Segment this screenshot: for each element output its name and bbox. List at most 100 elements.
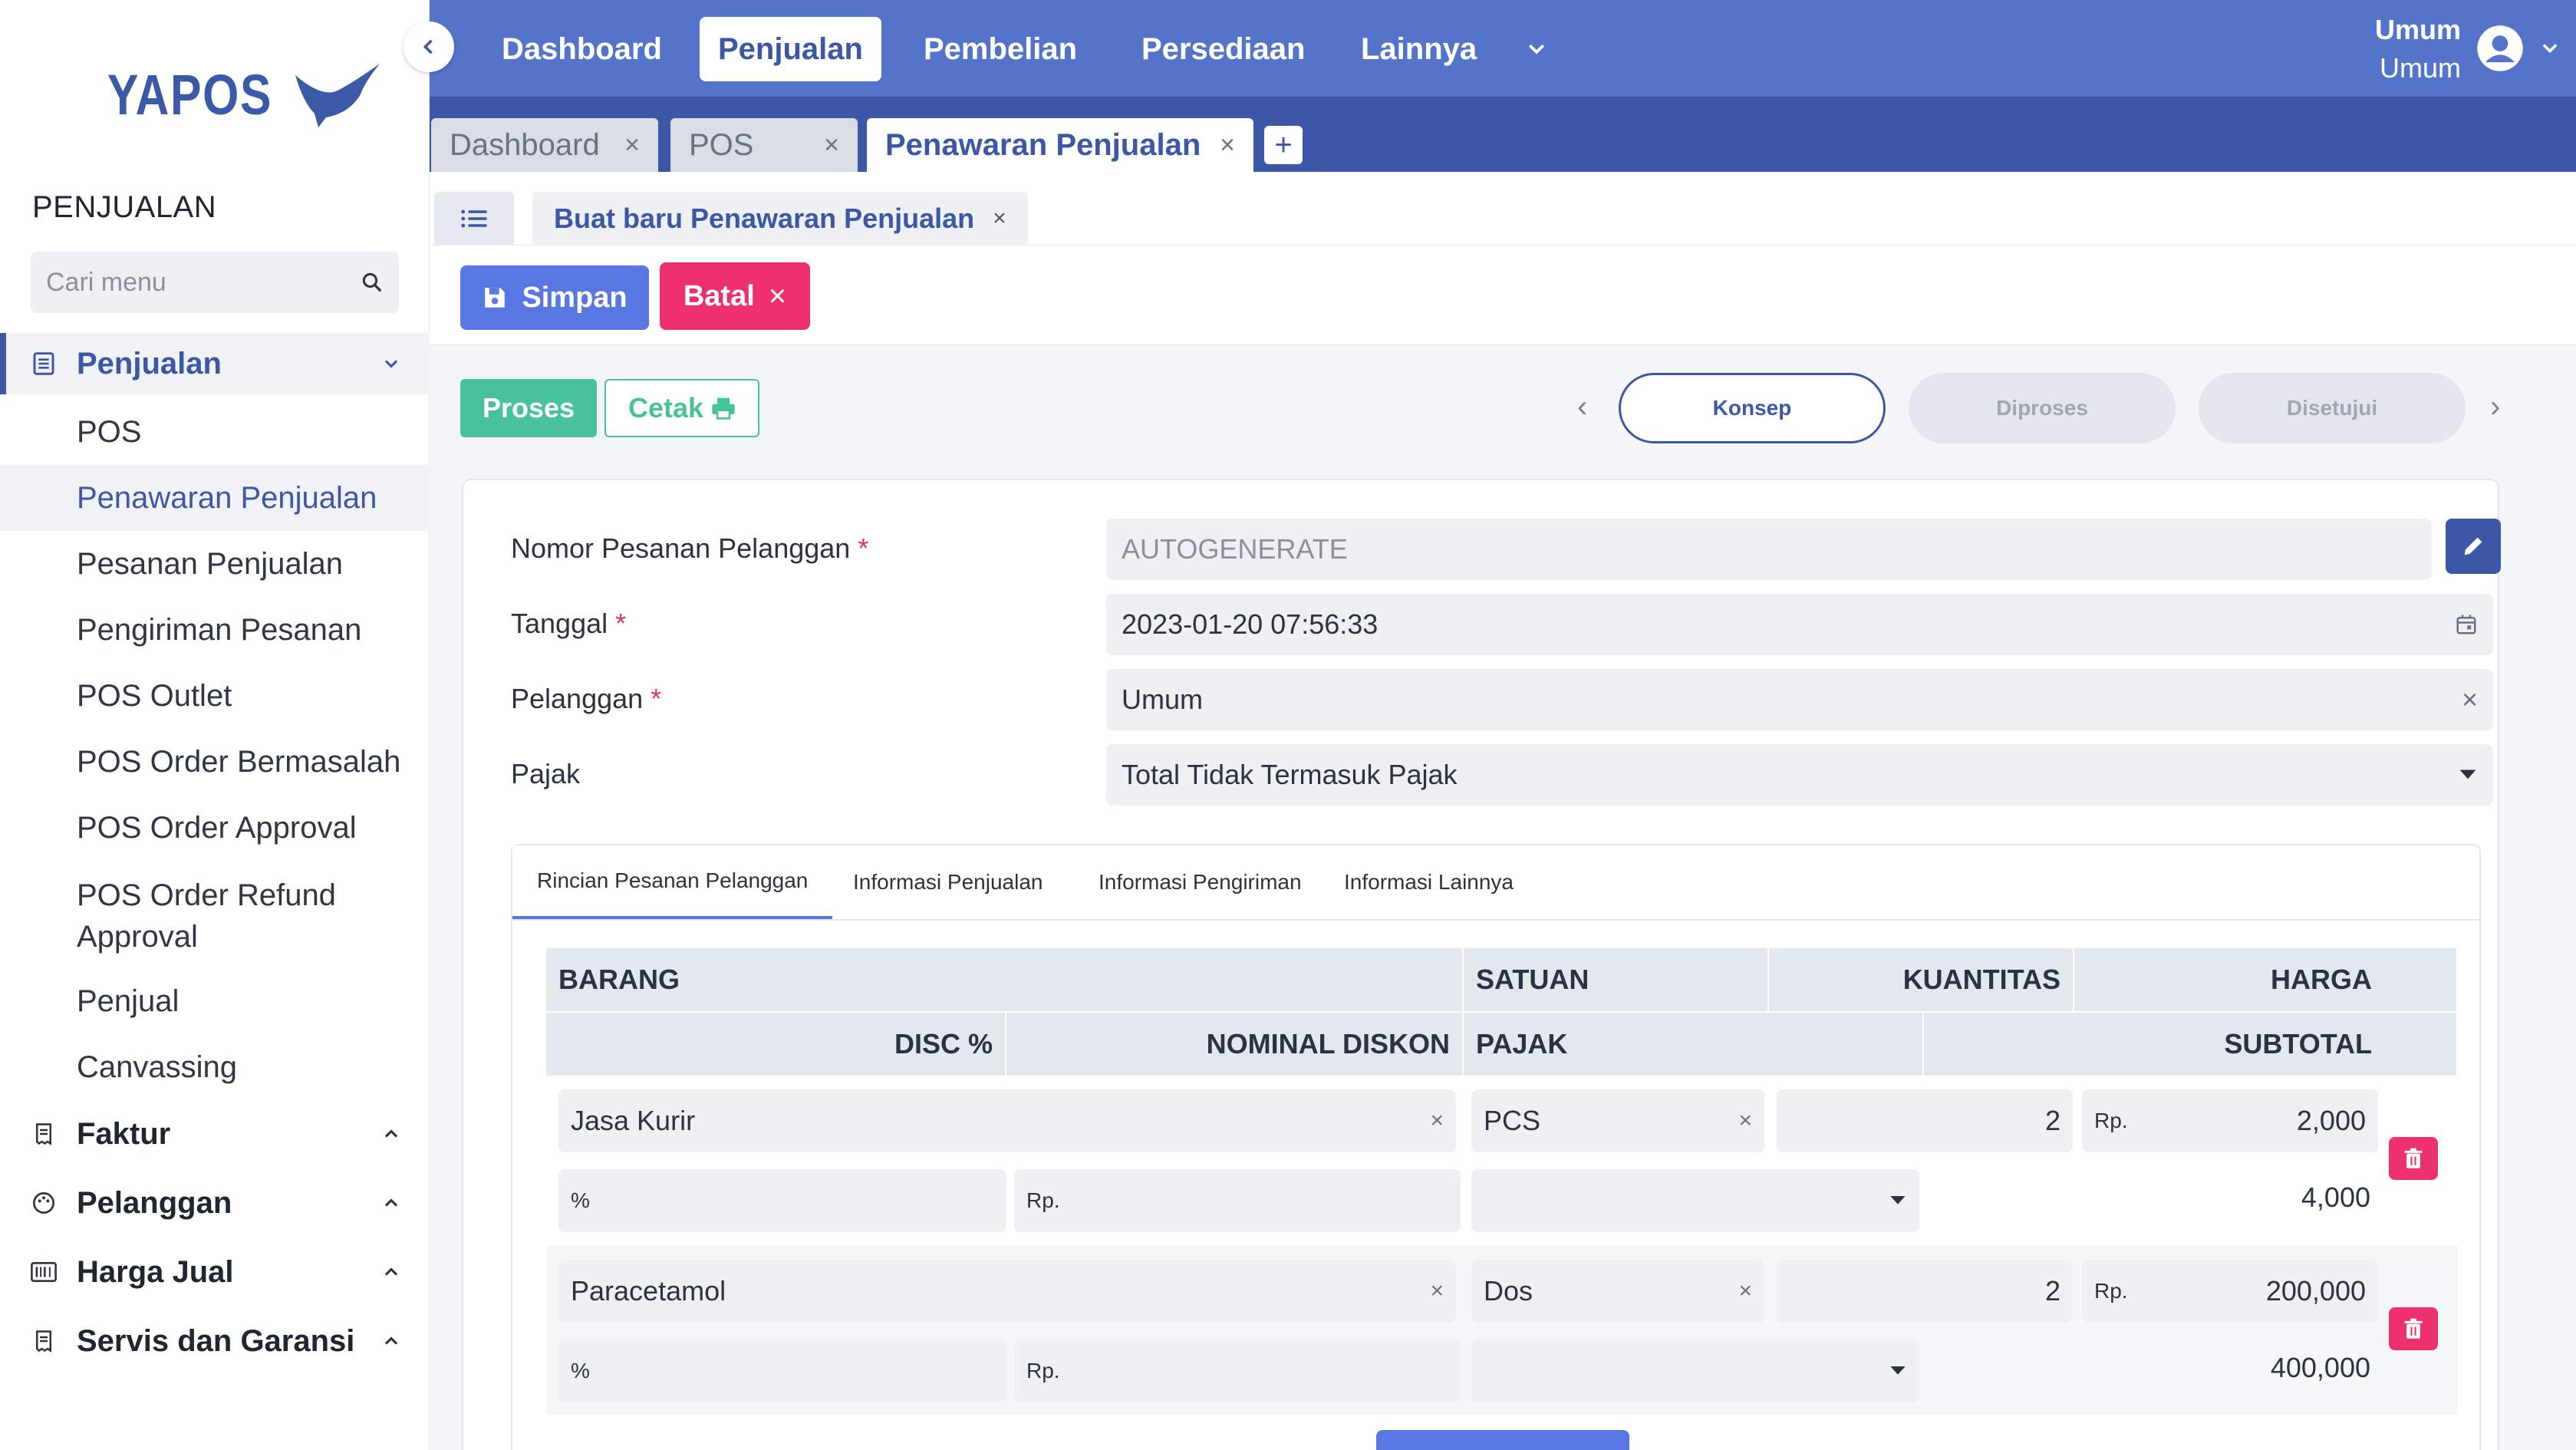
- user-avatar-icon[interactable]: [2476, 25, 2524, 72]
- menu-search-input[interactable]: [46, 267, 338, 298]
- caret-down-icon: [2459, 769, 2476, 779]
- clear-icon[interactable]: ×: [1430, 1278, 1444, 1304]
- sidebar-item-pos-order-refund-approval[interactable]: POS Order Refund Approval: [0, 864, 430, 956]
- discount-nominal-input[interactable]: Rp.: [1014, 1169, 1461, 1232]
- col-header-harga: HARGA: [2074, 948, 2458, 1011]
- sidebar-item-penawaran-penjualan[interactable]: Penawaran Penjualan: [0, 465, 430, 531]
- sidebar-item-pos[interactable]: POS: [0, 399, 430, 465]
- discount-percent-input[interactable]: %: [558, 1340, 1006, 1402]
- topnav-penjualan[interactable]: Penjualan: [700, 17, 881, 81]
- customer-field[interactable]: Umum ×: [1106, 669, 2493, 730]
- item-select[interactable]: Paracetamol ×: [558, 1260, 1456, 1323]
- clear-icon[interactable]: ×: [1738, 1278, 1752, 1304]
- chevron-down-icon: [384, 360, 398, 368]
- delete-row-button[interactable]: [2389, 1307, 2438, 1350]
- sidebar-group-pelanggan[interactable]: Pelanggan: [0, 1172, 430, 1234]
- doc-tab-dashboard[interactable]: Dashboard ×: [431, 118, 658, 172]
- save-button[interactable]: Simpan: [460, 265, 649, 330]
- topnav-dashboard[interactable]: Dashboard: [483, 17, 680, 81]
- unit-select[interactable]: Dos ×: [1471, 1260, 1764, 1323]
- close-icon[interactable]: ×: [624, 130, 640, 160]
- chevron-up-icon: [384, 1129, 398, 1138]
- clear-icon[interactable]: ×: [2462, 684, 2478, 716]
- menu-search[interactable]: [31, 252, 399, 313]
- unit-value: PCS: [1484, 1105, 1541, 1136]
- user-name: Umum: [2374, 14, 2461, 45]
- sidebar-item-canvassing[interactable]: Canvassing: [0, 1034, 430, 1100]
- sidebar-group-faktur[interactable]: Faktur: [0, 1103, 430, 1165]
- tax-label: Pajak: [511, 758, 581, 789]
- list-view-button[interactable]: [434, 192, 514, 246]
- sidebar-item-pesanan-penjualan[interactable]: Pesanan Penjualan: [0, 531, 430, 597]
- price-input[interactable]: Rp. 2,000: [2082, 1089, 2378, 1152]
- discount-nominal-input[interactable]: Rp.: [1014, 1340, 1461, 1402]
- date-field[interactable]: 2023-01-20 07:56:33: [1106, 594, 2493, 655]
- item-select[interactable]: Jasa Kurir ×: [558, 1089, 1456, 1152]
- more-menu-chevron-icon[interactable]: [1525, 37, 1548, 60]
- floppy-disk-icon: [485, 288, 506, 308]
- user-info[interactable]: Umum Umum: [2375, 11, 2461, 87]
- clear-icon[interactable]: ×: [1738, 1108, 1752, 1134]
- chevron-down-icon[interactable]: [2539, 37, 2561, 58]
- sidebar-group-penjualan[interactable]: Penjualan: [0, 333, 430, 394]
- order-number-placeholder: AUTOGENERATE: [1122, 533, 1348, 565]
- sidebar-item-pos-order-approval[interactable]: POS Order Approval: [0, 795, 430, 861]
- date-label-text: Tanggal: [511, 608, 608, 639]
- sidebar-group-harga-jual[interactable]: Harga Jual: [0, 1241, 430, 1303]
- trash-icon: [2404, 1148, 2423, 1168]
- tab-informasi-lainnya[interactable]: Informasi Lainnya: [1319, 845, 1538, 919]
- quantity-input[interactable]: 2: [1777, 1260, 2073, 1323]
- cancel-button[interactable]: Batal ×: [660, 262, 810, 330]
- price-value: 2,000: [2296, 1105, 2366, 1136]
- edit-order-number-button[interactable]: [2446, 519, 2501, 574]
- sidebar-group-servis-dan-garansi[interactable]: Servis dan Garansi: [0, 1310, 430, 1372]
- logo: YAPOS: [107, 60, 384, 129]
- currency-prefix: Rp.: [1026, 1188, 1060, 1212]
- tax-row-select[interactable]: [1471, 1340, 1919, 1402]
- unit-select[interactable]: PCS ×: [1471, 1089, 1764, 1152]
- price-input[interactable]: Rp. 200,000: [2082, 1260, 2378, 1323]
- add-tab-button[interactable]: +: [1264, 126, 1303, 164]
- sidebar-item-pos-outlet[interactable]: POS Outlet: [0, 663, 430, 729]
- calendar-icon[interactable]: [2455, 613, 2478, 636]
- add-row-button[interactable]: [1376, 1430, 1629, 1450]
- sidebar-item-label: POS Order Approval: [77, 810, 357, 845]
- sub-tab-new-quotation[interactable]: Buat baru Penawaran Penjualan ×: [532, 192, 1028, 246]
- discount-percent-input[interactable]: %: [558, 1169, 1006, 1232]
- doc-tab-penawaran-penjualan[interactable]: Penawaran Penjualan ×: [867, 118, 1253, 172]
- item-value: Jasa Kurir: [571, 1105, 696, 1136]
- order-number-field[interactable]: AUTOGENERATE: [1106, 519, 2432, 580]
- process-button[interactable]: Proses: [460, 379, 597, 437]
- tax-row-select[interactable]: [1471, 1169, 1919, 1232]
- sidebar-item-pengiriman-pesanan[interactable]: Pengiriman Pesanan: [0, 597, 430, 663]
- percent-prefix: %: [571, 1359, 590, 1382]
- step-next-arrow[interactable]: ›: [2490, 390, 2500, 424]
- close-icon[interactable]: ×: [993, 206, 1006, 232]
- search-icon[interactable]: [361, 271, 384, 294]
- sidebar-item-label-line2: Approval: [77, 920, 198, 954]
- topnav-lainnya[interactable]: Lainnya: [1342, 17, 1495, 81]
- sidebar-collapse-button[interactable]: [404, 21, 454, 72]
- tax-select[interactable]: Total Tidak Termasuk Pajak: [1106, 744, 2493, 806]
- tab-informasi-pengiriman[interactable]: Informasi Pengiriman: [1074, 845, 1326, 919]
- doc-tab-pos[interactable]: POS ×: [670, 118, 858, 172]
- print-button[interactable]: Cetak: [604, 379, 759, 437]
- document-tabs: Dashboard × POS × Penawaran Penjualan × …: [430, 97, 2576, 172]
- clear-icon[interactable]: ×: [1430, 1108, 1444, 1134]
- sidebar-item-penjual[interactable]: Penjual: [0, 968, 430, 1034]
- sidebar-item-pos-order-bermasalah[interactable]: POS Order Bermasalah: [0, 729, 430, 795]
- step-prev-arrow[interactable]: ‹: [1577, 390, 1587, 424]
- tab-informasi-penjualan[interactable]: Informasi Penjualan: [828, 845, 1067, 919]
- topnav-persediaan[interactable]: Persediaan: [1123, 17, 1323, 81]
- sidebar-item-label: Penjual: [77, 984, 180, 1018]
- quantity-input[interactable]: 2: [1777, 1089, 2073, 1152]
- doc-tab-label: POS: [689, 127, 754, 162]
- topnav-pembelian[interactable]: Pembelian: [905, 17, 1095, 81]
- close-icon[interactable]: ×: [1220, 130, 1235, 160]
- delete-row-button[interactable]: [2389, 1137, 2438, 1180]
- required-marker: *: [615, 608, 627, 639]
- doc-tab-label: Dashboard: [450, 127, 600, 162]
- caret-down-icon: [1890, 1366, 1906, 1375]
- close-icon[interactable]: ×: [824, 130, 839, 160]
- tab-rincian-pesanan[interactable]: Rincian Pesanan Pelanggan: [512, 845, 833, 919]
